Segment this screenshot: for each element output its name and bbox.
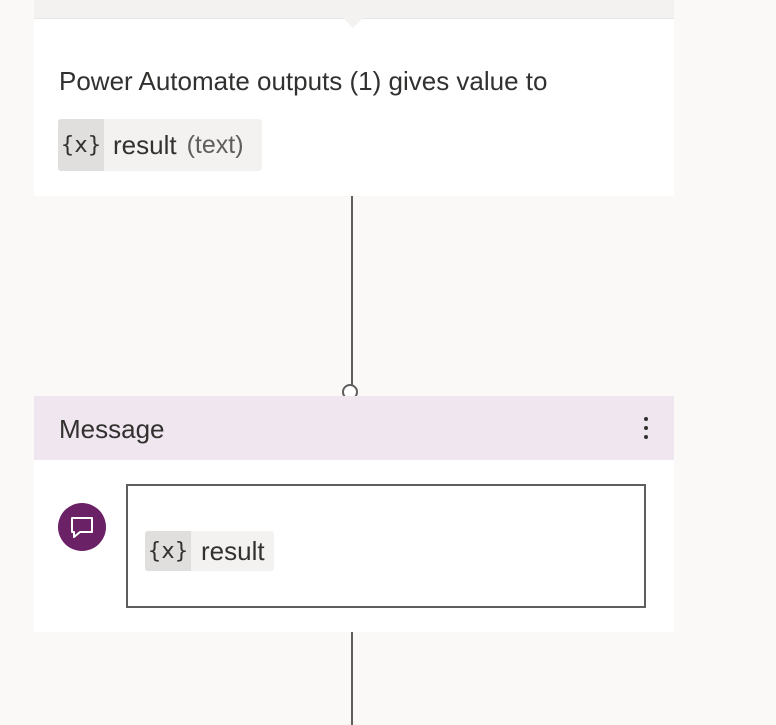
message-header: Message	[34, 396, 674, 460]
variable-icon: {x}	[58, 119, 104, 171]
message-variable-chip[interactable]: {x} result	[145, 531, 274, 571]
more-dot	[644, 426, 648, 430]
message-node[interactable]: Message {x} result	[34, 396, 674, 632]
message-title: Message	[59, 414, 165, 444]
power-automate-outputs-card[interactable]: Power Automate outputs (1) gives value t…	[34, 0, 674, 196]
connector-line	[351, 632, 353, 725]
outputs-description: Power Automate outputs (1) gives value t…	[59, 66, 548, 96]
chat-bubble-glyph	[71, 517, 93, 538]
variable-type: (text)	[186, 130, 244, 159]
card-notch	[343, 18, 363, 28]
card-top-strip	[34, 0, 674, 19]
variable-name: result	[113, 129, 177, 160]
connector-line	[351, 196, 353, 386]
more-dot	[644, 435, 648, 439]
message-text-editor[interactable]: {x} result	[126, 484, 646, 608]
more-options-icon[interactable]	[630, 410, 662, 446]
more-dot	[644, 417, 648, 421]
output-variable-chip[interactable]: {x} result (text)	[58, 119, 262, 171]
variable-icon: {x}	[145, 531, 191, 571]
chat-bubble-icon	[58, 503, 106, 551]
variable-name: result	[201, 535, 265, 566]
